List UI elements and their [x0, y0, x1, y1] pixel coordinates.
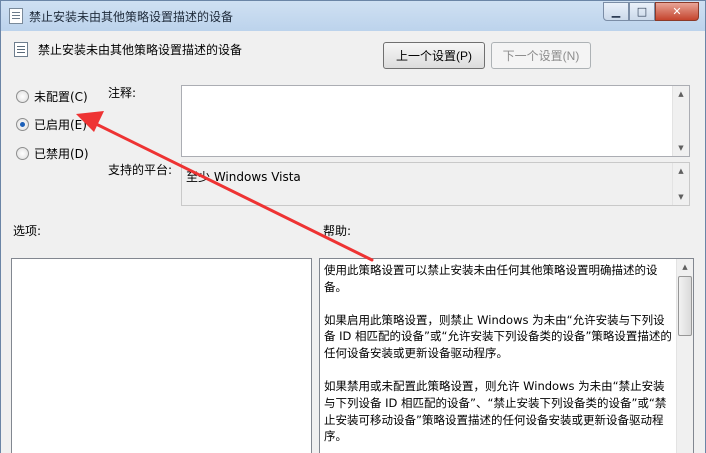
radio-not-configured[interactable]: 未配置(C): [16, 88, 88, 105]
options-label: 选项:: [13, 224, 42, 238]
policy-window: 禁止安装未由其他策略设置描述的设备 ▁ □ ✕ 禁止安装未由其他策略设置描述的设…: [0, 0, 706, 453]
close-button[interactable]: ✕: [655, 2, 699, 21]
radio-label: 未配置(C): [34, 90, 88, 104]
note-label: 注释:: [108, 86, 137, 100]
help-paragraph: 使用此策略设置可以禁止安装未由任何其他策略设置明确描述的设备。: [324, 263, 658, 294]
scroll-up-arrow-icon[interactable]: ▲: [673, 163, 689, 179]
radio-label: 已禁用(D): [34, 147, 89, 161]
radio-indicator[interactable]: [16, 147, 29, 160]
radio-label: 已启用(E): [34, 118, 87, 132]
window-title: 禁止安装未由其他策略设置描述的设备: [29, 10, 234, 24]
help-scrollbar[interactable]: ▲: [676, 259, 693, 453]
help-text: 使用此策略设置可以禁止安装未由任何其他策略设置明确描述的设备。 如果启用此策略设…: [324, 262, 674, 453]
policy-document-icon: [9, 8, 23, 24]
note-textarea[interactable]: ▲ ▼: [181, 85, 690, 157]
supported-platform-value: 至少 Windows Vista: [186, 170, 301, 184]
help-paragraph: 如果启用此策略设置，则禁止 Windows 为未由“允许安装与下列设备 ID 相…: [324, 312, 672, 361]
help-pane[interactable]: 使用此策略设置可以禁止安装未由任何其他策略设置明确描述的设备。 如果启用此策略设…: [319, 258, 694, 453]
next-setting-button[interactable]: 下一个设置(N): [491, 42, 591, 69]
scroll-up-arrow-icon[interactable]: ▲: [677, 259, 693, 275]
scroll-up-arrow-icon[interactable]: ▲: [673, 86, 689, 102]
supported-platform-box: 至少 Windows Vista ▲ ▼: [181, 162, 690, 206]
supported-platform-label: 支持的平台:: [108, 163, 173, 177]
minimize-button[interactable]: ▁: [603, 2, 629, 21]
scroll-down-arrow-icon[interactable]: ▼: [673, 140, 689, 156]
help-paragraph: 如果禁用或未配置此策略设置，则允许 Windows 为未由“禁止安装与下列设备 …: [324, 378, 667, 444]
radio-indicator[interactable]: [16, 90, 29, 103]
note-scrollbar[interactable]: ▲ ▼: [672, 86, 689, 156]
setting-document-icon: [14, 42, 28, 57]
radio-enabled[interactable]: 已启用(E): [16, 116, 87, 133]
radio-indicator-selected[interactable]: [16, 118, 29, 131]
maximize-button[interactable]: □: [629, 2, 655, 21]
title-bar[interactable]: 禁止安装未由其他策略设置描述的设备 ▁ □ ✕: [1, 1, 705, 31]
setting-title: 禁止安装未由其他策略设置描述的设备: [38, 43, 243, 57]
scroll-down-arrow-icon[interactable]: ▼: [673, 189, 689, 205]
options-pane: [11, 258, 312, 453]
radio-disabled[interactable]: 已禁用(D): [16, 145, 89, 162]
help-label: 帮助:: [323, 224, 352, 238]
previous-setting-button[interactable]: 上一个设置(P): [383, 42, 485, 69]
scroll-thumb[interactable]: [678, 276, 692, 336]
support-scrollbar[interactable]: ▲ ▼: [672, 163, 689, 205]
window-controls: ▁ □ ✕: [603, 2, 699, 22]
dialog-content: 禁止安装未由其他策略设置描述的设备 上一个设置(P) 下一个设置(N) 未配置(…: [1, 31, 705, 453]
